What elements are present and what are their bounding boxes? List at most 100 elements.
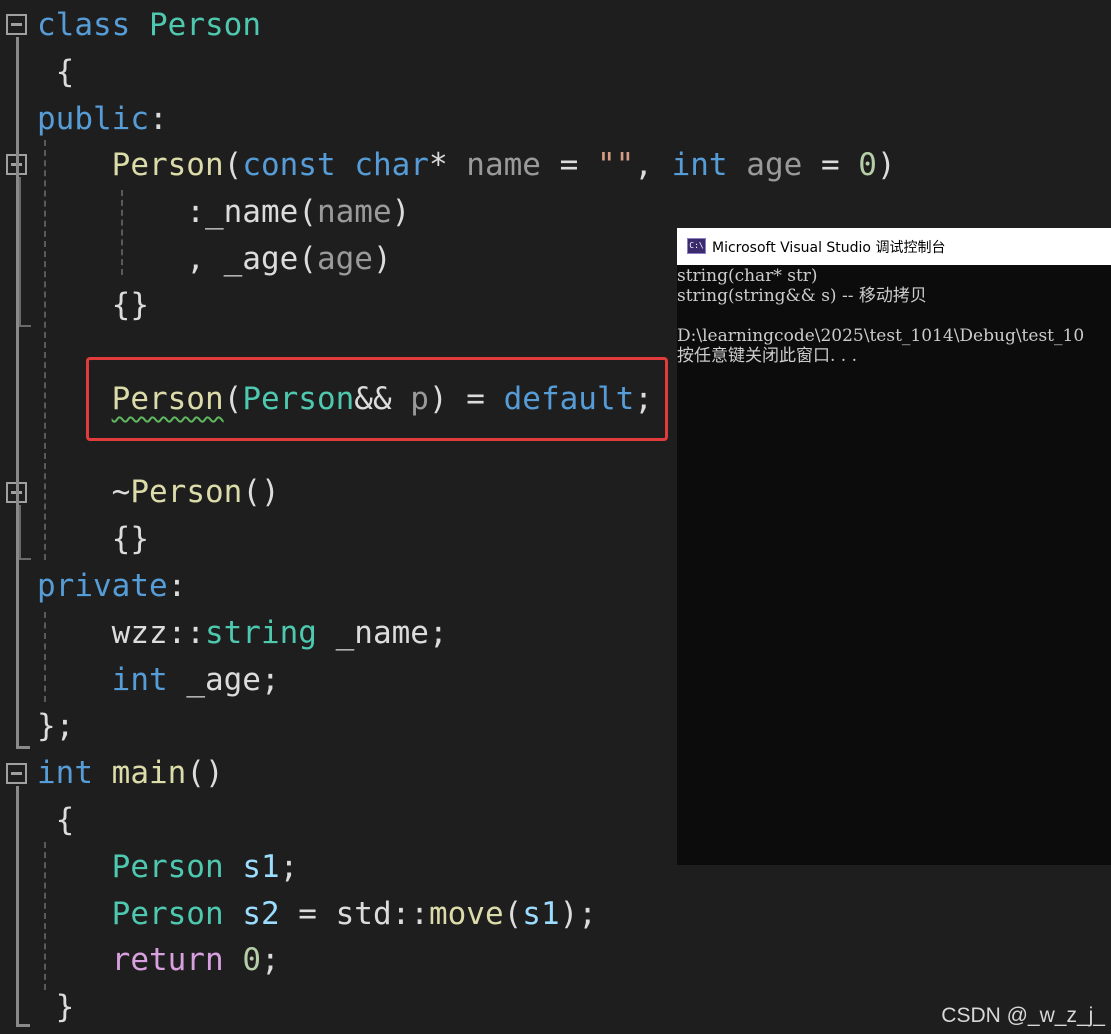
code-token: ( [503, 896, 523, 932]
code-token: main [111, 755, 187, 791]
fold-end-main [16, 1024, 30, 1027]
code-token: int [671, 147, 728, 183]
code-line-5: :_name(name) [37, 192, 410, 232]
code-line-18: { [37, 800, 75, 840]
code-token: const [242, 147, 336, 183]
code-token: {} [37, 521, 149, 557]
console-output-line-1: string(char* str) [677, 266, 818, 286]
code-token: Person [111, 896, 224, 932]
fold-outline-class [16, 37, 19, 748]
fold-outline-main [16, 786, 19, 1026]
code-token: 0 [242, 942, 261, 978]
code-token: string [204, 615, 317, 651]
code-token: ) [876, 147, 896, 183]
code-line-1: class Person [37, 5, 261, 45]
console-title: Microsoft Visual Studio 调试控制台 [712, 240, 946, 256]
move-constructor-highlight-box [86, 357, 668, 441]
debug-console-window[interactable]: C:\ Microsoft Visual Studio 调试控制台 string… [677, 228, 1111, 865]
code-token: return [111, 942, 224, 978]
code-token: _age; [167, 662, 280, 698]
code-token: = std:: [279, 896, 429, 932]
code-token: , [634, 147, 672, 183]
code-token: , _age( [37, 241, 317, 277]
code-token: s1 [522, 896, 560, 932]
fold-end-destructor [19, 558, 31, 560]
code-line-4: Person(const char* name = "", int age = … [37, 145, 896, 185]
code-token: age [746, 147, 803, 183]
code-token: :_name( [37, 194, 317, 230]
code-token: name [316, 194, 392, 230]
code-line-22: } [37, 987, 75, 1027]
code-token: wzz:: [37, 615, 205, 651]
fold-outline-constructor [19, 177, 21, 327]
watermark: CSDN @_w_z_j_ [941, 1004, 1105, 1027]
code-token: = [802, 147, 859, 183]
code-token: Person [149, 7, 261, 43]
code-line-15: int _age; [37, 660, 280, 700]
console-output-line-2: string(string&& s) -- 移动拷贝 [677, 286, 927, 306]
code-token: }; [37, 708, 75, 744]
collapse-class-person-icon[interactable] [6, 14, 27, 35]
collapse-main-icon[interactable] [6, 763, 27, 784]
code-token: int [37, 755, 93, 791]
code-token: int [111, 662, 168, 698]
fold-outline-destructor [19, 505, 21, 560]
code-token: Person [130, 474, 243, 510]
code-token: ) [372, 241, 392, 277]
code-token: { [37, 54, 75, 90]
fold-end-class [16, 746, 30, 749]
code-token: ) [391, 194, 411, 230]
code-token: name [466, 147, 541, 183]
code-token: ; [279, 849, 299, 885]
code-token: Person [111, 849, 224, 885]
code-token: * [428, 147, 467, 183]
code-line-13: private: [37, 566, 186, 606]
code-token: { [37, 802, 75, 838]
code-token: {} [37, 287, 149, 323]
code-line-11: ~Person() [37, 472, 280, 512]
console-app-icon: C:\ [687, 238, 706, 254]
code-token: s2 [242, 896, 280, 932]
code-token: ); [559, 896, 597, 932]
code-token: move [428, 896, 504, 932]
code-line-19: Person s1; [37, 847, 299, 887]
code-token: class [37, 7, 131, 43]
code-line-21: return 0; [37, 940, 280, 980]
code-token: () [242, 474, 280, 510]
console-output-line-5: 按任意键关闭此窗口. . . [677, 346, 858, 366]
code-line-7: {} [37, 285, 149, 325]
code-line-12: {} [37, 519, 149, 559]
code-token: Person [111, 147, 224, 183]
code-token: s1 [242, 849, 280, 885]
console-title-bar[interactable]: C:\ Microsoft Visual Studio 调试控制台 [677, 228, 1111, 265]
code-token: "" [596, 147, 635, 183]
code-token: ~ [37, 474, 131, 510]
code-token: ( [223, 147, 243, 183]
code-token: } [37, 989, 75, 1025]
code-token: char [354, 147, 429, 183]
console-output-line-4: D:\learningcode\2025\test_1014\Debug\tes… [677, 326, 1085, 346]
code-token: age [316, 241, 373, 277]
code-line-14: wzz::string _name; [37, 613, 448, 653]
code-line-16: }; [37, 706, 74, 746]
code-token: : [167, 568, 187, 604]
code-line-20: Person s2 = std::move(s1); [37, 894, 597, 934]
code-token: () [186, 755, 224, 791]
code-token: public [37, 101, 149, 137]
code-token: 0 [858, 147, 877, 183]
code-line-3: public: [37, 99, 168, 139]
code-token: : [148, 101, 168, 137]
code-token: private [37, 568, 168, 604]
